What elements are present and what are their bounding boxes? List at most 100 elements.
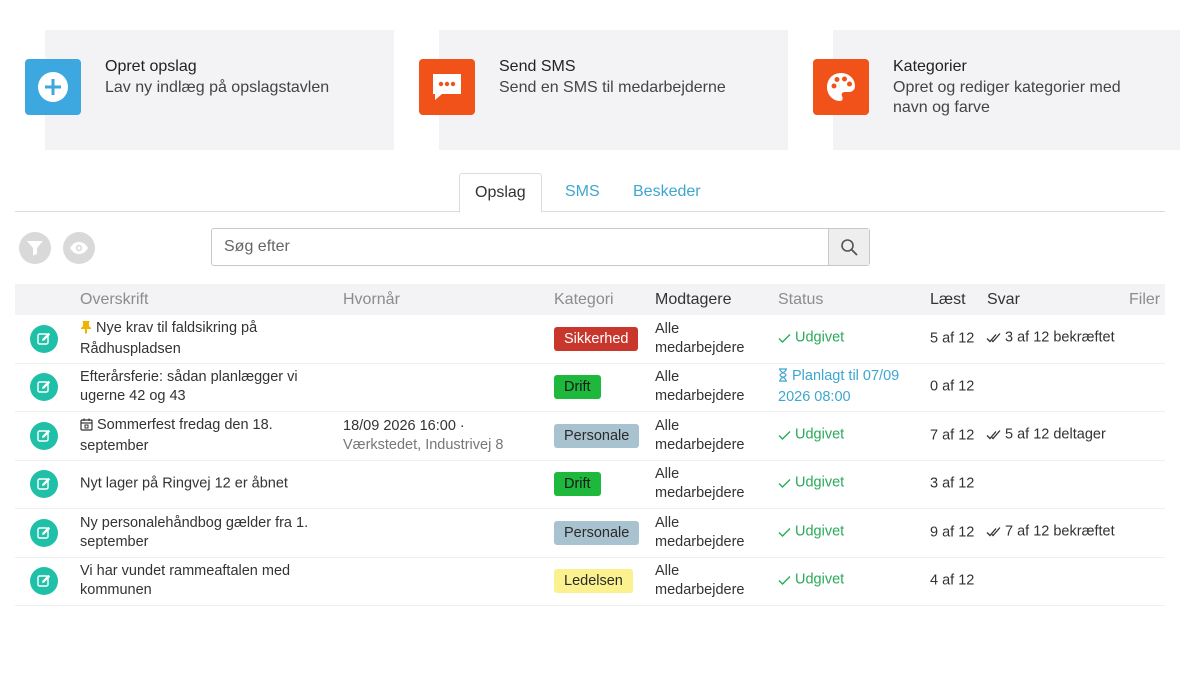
category-badge: Sikkerhed bbox=[554, 326, 639, 351]
card-categories[interactable]: Kategorier Opret og rediger kategorier m… bbox=[813, 30, 1180, 150]
hourglass-icon bbox=[778, 368, 788, 388]
palette-icon bbox=[813, 59, 869, 115]
edit-button[interactable] bbox=[30, 373, 58, 402]
edit-button[interactable] bbox=[30, 567, 58, 596]
visibility-button[interactable] bbox=[63, 232, 95, 264]
tab-beskeder[interactable]: Beskeder bbox=[618, 173, 716, 212]
check-icon bbox=[778, 476, 791, 495]
row-title[interactable]: Efterårsferie: sådan planlægger vi ugern… bbox=[80, 368, 335, 406]
edit-icon bbox=[36, 428, 52, 444]
row-read-count: 9 af 12 bbox=[930, 524, 975, 541]
header-title[interactable]: Overskrift bbox=[80, 291, 148, 309]
calendar-icon bbox=[80, 418, 93, 437]
edit-icon bbox=[36, 525, 52, 541]
row-recipients: Alle medarbejdere bbox=[655, 417, 745, 453]
tab-bar: Opslag SMS Beskeder bbox=[15, 173, 1165, 213]
card-description: Opret og rediger kategorier med navn og … bbox=[893, 79, 1121, 116]
edit-button[interactable] bbox=[30, 518, 58, 547]
row-category: Drift bbox=[554, 472, 601, 497]
pin-icon bbox=[80, 320, 92, 340]
row-title-text: Efterårsferie: sådan planlægger vi ugern… bbox=[80, 369, 298, 405]
double-check-icon bbox=[986, 427, 1001, 446]
edit-button[interactable] bbox=[30, 324, 58, 353]
edit-icon bbox=[36, 476, 52, 492]
row-category: Personale bbox=[554, 423, 640, 448]
double-check-icon bbox=[986, 330, 1001, 349]
header-files[interactable]: Filer bbox=[1129, 291, 1160, 309]
edit-icon bbox=[36, 379, 52, 395]
search-icon bbox=[841, 239, 858, 256]
header-when[interactable]: Hvornår bbox=[343, 291, 400, 309]
row-replies: 5 af 12 deltager bbox=[986, 425, 1106, 446]
search-input[interactable] bbox=[212, 229, 828, 265]
row-replies-text: 5 af 12 deltager bbox=[1005, 426, 1106, 443]
row-title[interactable]: Nye krav til faldsikring på Rådhuspladse… bbox=[80, 319, 335, 359]
header-read: Læst bbox=[930, 291, 966, 308]
check-icon bbox=[778, 427, 791, 446]
table-row[interactable]: Nyt lager på Ringvej 12 er åbnet Drift A… bbox=[15, 461, 1165, 509]
posts-table: Overskrift Hvornår Kategori Modtagere St… bbox=[15, 284, 1165, 606]
row-status: Udgivet bbox=[778, 522, 928, 543]
row-status: Planlagt til 07/09 2026 08:00 bbox=[778, 367, 928, 407]
card-title: Kategorier bbox=[893, 58, 967, 75]
header-category[interactable]: Kategori bbox=[554, 291, 614, 309]
eye-icon bbox=[70, 242, 88, 254]
category-badge: Drift bbox=[554, 472, 601, 497]
row-title[interactable]: Sommerfest fredag den 18. september bbox=[80, 416, 335, 456]
category-badge: Personale bbox=[554, 423, 640, 448]
row-replies-text: 3 af 12 bekræftet bbox=[1005, 329, 1115, 346]
table-row[interactable]: Efterårsferie: sådan planlægger vi ugern… bbox=[15, 364, 1165, 412]
category-badge: Personale bbox=[554, 520, 640, 545]
row-status: Udgivet bbox=[778, 328, 928, 349]
table-row[interactable]: Sommerfest fredag den 18. september 18/0… bbox=[15, 412, 1165, 461]
row-title-text: Nyt lager på Ringvej 12 er åbnet bbox=[80, 475, 288, 492]
check-icon bbox=[778, 524, 791, 543]
row-status-text: Udgivet bbox=[795, 329, 845, 346]
row-recipients: Alle medarbejdere bbox=[655, 466, 745, 502]
row-title[interactable]: Ny personalehåndbog gælder fra 1. septem… bbox=[80, 514, 335, 552]
row-title-text: Ny personalehåndbog gælder fra 1. septem… bbox=[80, 514, 309, 550]
row-replies-text: 7 af 12 bekræftet bbox=[1005, 523, 1115, 540]
header-status[interactable]: Status bbox=[778, 291, 823, 309]
card-send-sms[interactable]: Send SMS Send en SMS til medarbejderne bbox=[419, 30, 788, 150]
double-check-icon bbox=[986, 524, 1001, 543]
check-icon bbox=[778, 573, 791, 592]
row-read-count: 5 af 12 bbox=[930, 330, 975, 347]
filter-icon bbox=[27, 241, 43, 256]
row-recipients: Alle medarbejdere bbox=[655, 563, 745, 599]
card-title: Opret opslag bbox=[105, 58, 197, 75]
category-badge: Drift bbox=[554, 375, 601, 400]
row-title-text: Sommerfest fredag den 18. september bbox=[80, 416, 273, 454]
row-status: Udgivet bbox=[778, 425, 928, 446]
row-title-text: Nye krav til faldsikring på Rådhuspladse… bbox=[80, 319, 258, 357]
table-row[interactable]: Vi har vundet rammeaftalen med kommunen … bbox=[15, 558, 1165, 606]
edit-button[interactable] bbox=[30, 421, 58, 450]
tab-opslag[interactable]: Opslag bbox=[459, 173, 542, 213]
card-create-post[interactable]: Opret opslag Lav ny indlæg på opslagstav… bbox=[25, 30, 394, 150]
header-recipients: Modtagere bbox=[655, 291, 732, 308]
filter-button[interactable] bbox=[19, 232, 51, 264]
card-description: Lav ny indlæg på opslagstavlen bbox=[105, 79, 330, 96]
table-body: Nye krav til faldsikring på Rådhuspladse… bbox=[15, 315, 1165, 606]
search-box bbox=[211, 228, 870, 266]
check-icon bbox=[778, 330, 791, 349]
table-row[interactable]: Ny personalehåndbog gælder fra 1. septem… bbox=[15, 509, 1165, 558]
category-badge: Ledelsen bbox=[554, 569, 633, 594]
row-recipients: Alle medarbejdere bbox=[655, 514, 745, 550]
edit-icon bbox=[36, 331, 52, 347]
tab-sms[interactable]: SMS bbox=[550, 173, 615, 212]
row-status: Udgivet bbox=[778, 571, 928, 592]
row-category: Personale bbox=[554, 520, 640, 545]
search-button[interactable] bbox=[828, 229, 869, 265]
row-when-location: Værkstedet, Industrivej 8 bbox=[343, 436, 504, 453]
header-replies: Svar bbox=[987, 291, 1020, 308]
row-status-text: Udgivet bbox=[795, 571, 845, 588]
row-status-text: Udgivet bbox=[795, 523, 845, 540]
card-description: Send en SMS til medarbejderne bbox=[499, 79, 726, 96]
table-header: Overskrift Hvornår Kategori Modtagere St… bbox=[15, 284, 1165, 315]
edit-button[interactable] bbox=[30, 470, 58, 499]
table-row[interactable]: Nye krav til faldsikring på Rådhuspladse… bbox=[15, 315, 1165, 364]
row-title[interactable]: Vi har vundet rammeaftalen med kommunen bbox=[80, 562, 335, 600]
row-status-text: Udgivet bbox=[795, 426, 845, 443]
row-title[interactable]: Nyt lager på Ringvej 12 er åbnet bbox=[80, 475, 335, 494]
